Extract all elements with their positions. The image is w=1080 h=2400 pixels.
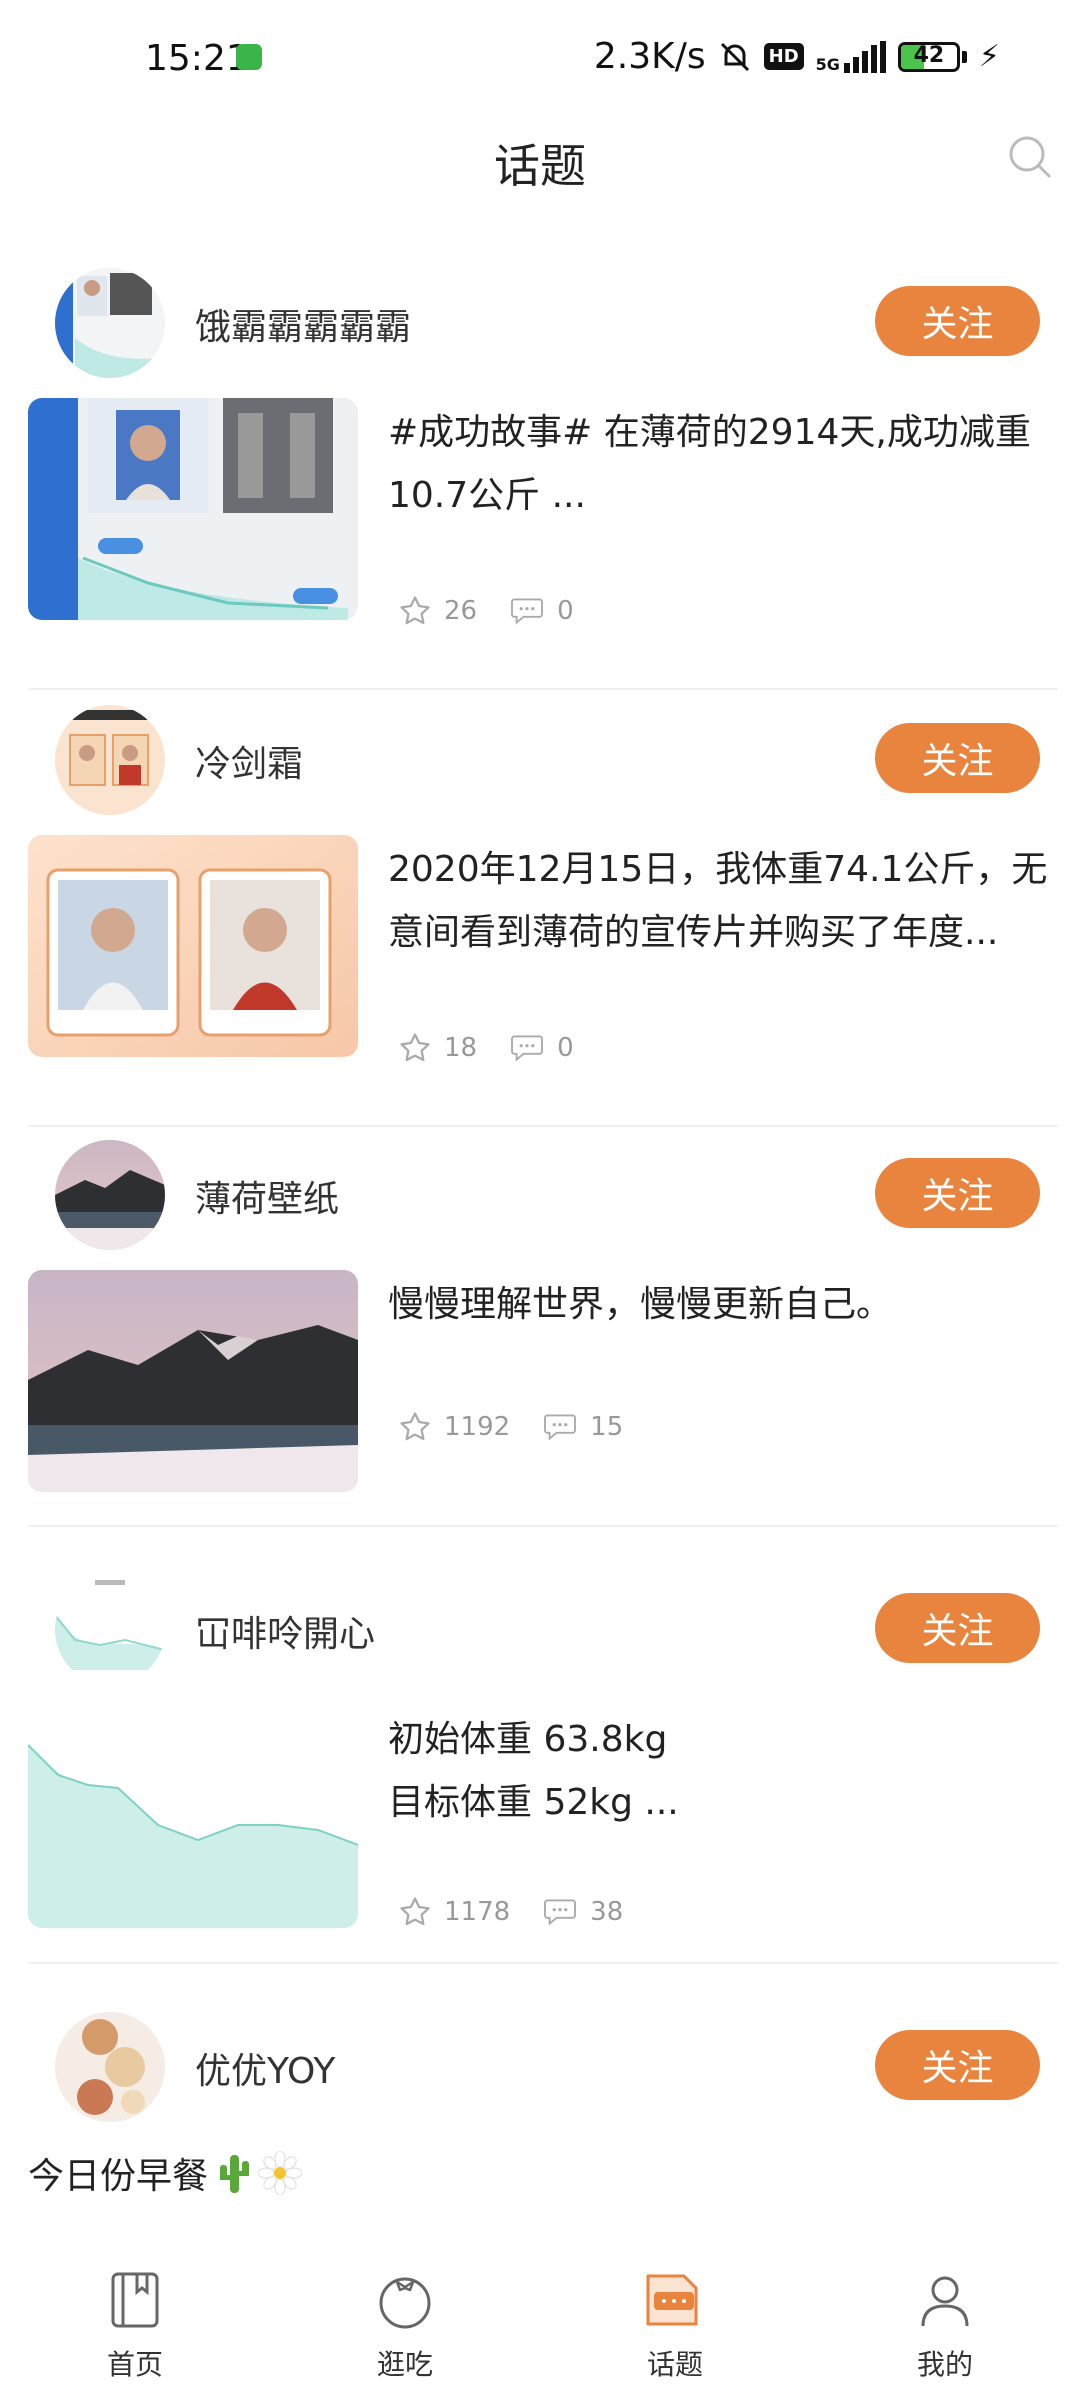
post-text-line1: 初始体重 63.8kg: [388, 1719, 668, 1760]
book-icon: [111, 2272, 159, 2328]
tomato-icon: [379, 2277, 431, 2329]
follow-button[interactable]: 关注: [875, 723, 1040, 793]
page-title: 话题: [494, 139, 586, 193]
comment-stat[interactable]: 38: [542, 1897, 623, 1927]
nav-item-explore[interactable]: 逛吃: [270, 2228, 540, 2400]
nav-item-home[interactable]: 首页: [0, 2228, 270, 2400]
topic-icon: [646, 2274, 698, 2326]
star-icon: [400, 1897, 430, 1926]
post-text[interactable]: 慢慢理解世界，慢慢更新自己。: [388, 1273, 1048, 1336]
avatar[interactable]: [55, 1575, 165, 1685]
battery-level: 42: [913, 42, 945, 68]
comment-icon: [544, 1414, 577, 1441]
comment-stat[interactable]: 15: [542, 1412, 623, 1442]
cactus-icon: [220, 2155, 250, 2193]
person-icon: [921, 2276, 969, 2327]
comment-icon: [544, 1899, 577, 1926]
post-text[interactable]: 今日份早餐: [28, 2147, 303, 2199]
divider: [28, 1525, 1058, 1527]
signal-strength-icon: [843, 40, 886, 73]
nav-label: 逛吃: [376, 2348, 433, 2381]
comment-count: 38: [590, 1897, 624, 1927]
follow-button[interactable]: 关注: [875, 1158, 1040, 1228]
status-bar: 15:21 2.3K/s HD 5G 42 ⚡: [0, 0, 1080, 120]
charging-icon: ⚡: [978, 39, 1000, 74]
follow-button[interactable]: 关注: [875, 286, 1040, 356]
avatar[interactable]: [55, 2012, 165, 2122]
nav-item-me[interactable]: 我的: [810, 2228, 1080, 2400]
search-icon[interactable]: [1005, 132, 1055, 182]
divider: [28, 1125, 1058, 1127]
divider: [28, 1962, 1058, 1964]
comment-count: 0: [557, 596, 574, 626]
username[interactable]: 饿霸霸霸霸霸: [195, 298, 411, 350]
comment-stat[interactable]: 0: [509, 596, 574, 626]
post-card[interactable]: 冚啡呤開心 关注 初始体重 63.8kg 目标体重 52kg ... 1178 …: [0, 1575, 1080, 2005]
post-text[interactable]: #成功故事# 在薄荷的2914天,成功减重10.7公斤 ...: [388, 401, 1048, 527]
like-stat[interactable]: 1178: [398, 1895, 510, 1929]
post-stats: 26 0: [398, 594, 606, 628]
like-stat[interactable]: 26: [398, 594, 477, 628]
avatar[interactable]: [55, 268, 165, 378]
before-label: Before: [78, 1015, 138, 1036]
like-stat[interactable]: 18: [398, 1031, 477, 1065]
like-stat[interactable]: 1192: [398, 1410, 510, 1444]
post-thumbnail[interactable]: [28, 1270, 358, 1492]
hd-badge: HD: [763, 43, 804, 70]
follow-button[interactable]: 关注: [875, 1593, 1040, 1663]
star-icon: [400, 596, 430, 625]
post-stats: 1192 15: [398, 1410, 655, 1444]
username[interactable]: 薄荷壁纸: [195, 1170, 339, 1222]
post-thumbnail[interactable]: [28, 1730, 358, 1928]
avatar[interactable]: [55, 705, 165, 815]
bottom-nav: 首页 逛吃 话题 我的: [0, 2228, 1080, 2400]
username[interactable]: 冷剑霜: [195, 735, 303, 787]
like-count: 18: [444, 1033, 478, 1063]
post-text[interactable]: 2020年12月15日，我体重74.1公斤，无意间看到薄荷的宣传片并购买了年度.…: [388, 838, 1048, 964]
like-count: 1178: [444, 1897, 511, 1927]
comment-count: 15: [590, 1412, 624, 1442]
star-icon: [400, 1033, 430, 1062]
star-icon: [400, 1412, 430, 1441]
app-notification-icon: [236, 44, 262, 70]
post-card[interactable]: 优优YOY 关注 今日份早餐: [0, 2012, 1080, 2212]
signal-type: 5G: [815, 54, 840, 74]
battery-icon: 42: [897, 41, 967, 72]
like-count: 26: [444, 596, 478, 626]
comment-stat[interactable]: 0: [509, 1033, 574, 1063]
post-text-content: 今日份早餐: [28, 2156, 209, 2197]
comment-icon: [511, 598, 544, 625]
post-thumbnail[interactable]: [28, 398, 358, 620]
post-text-line2: 目标体重 52kg ...: [388, 1782, 679, 1823]
nav-item-topics[interactable]: 话题: [540, 2228, 810, 2400]
post-thumbnail[interactable]: Before After: [28, 835, 358, 1057]
follow-button[interactable]: 关注: [875, 2030, 1040, 2100]
nav-label: 话题: [646, 2348, 703, 2381]
post-card[interactable]: 冷剑霜 关注 Before After 2020年12月15日，我体重74.1公…: [0, 705, 1080, 1135]
flower-icon: [258, 2151, 303, 2195]
mute-bell-icon: [720, 42, 749, 71]
top-header: 话题: [0, 120, 1080, 200]
post-card[interactable]: 饿霸霸霸霸霸 关注 #成功故事# 在薄荷的2914天,成功减重10.7公斤 ..…: [0, 268, 1080, 698]
post-stats: 1178 38: [398, 1895, 655, 1929]
status-time: 15:21: [145, 38, 249, 79]
username[interactable]: 冚啡呤開心: [195, 1605, 375, 1657]
username[interactable]: 优优YOY: [195, 2042, 335, 2094]
nav-label: 我的: [916, 2348, 973, 2381]
nav-label: 首页: [106, 2348, 163, 2381]
post-card[interactable]: 薄荷壁纸 关注 慢慢理解世界，慢慢更新自己。 1192 15: [0, 1140, 1080, 1570]
like-count: 1192: [444, 1412, 511, 1442]
network-speed: 2.3K/s: [593, 36, 706, 77]
avatar[interactable]: [55, 1140, 165, 1250]
comment-icon: [511, 1035, 544, 1062]
comment-count: 0: [557, 1033, 574, 1063]
divider: [28, 688, 1058, 690]
after-label: After: [236, 1015, 281, 1036]
post-stats: 18 0: [398, 1031, 606, 1065]
post-text[interactable]: 初始体重 63.8kg 目标体重 52kg ...: [388, 1708, 1048, 1834]
